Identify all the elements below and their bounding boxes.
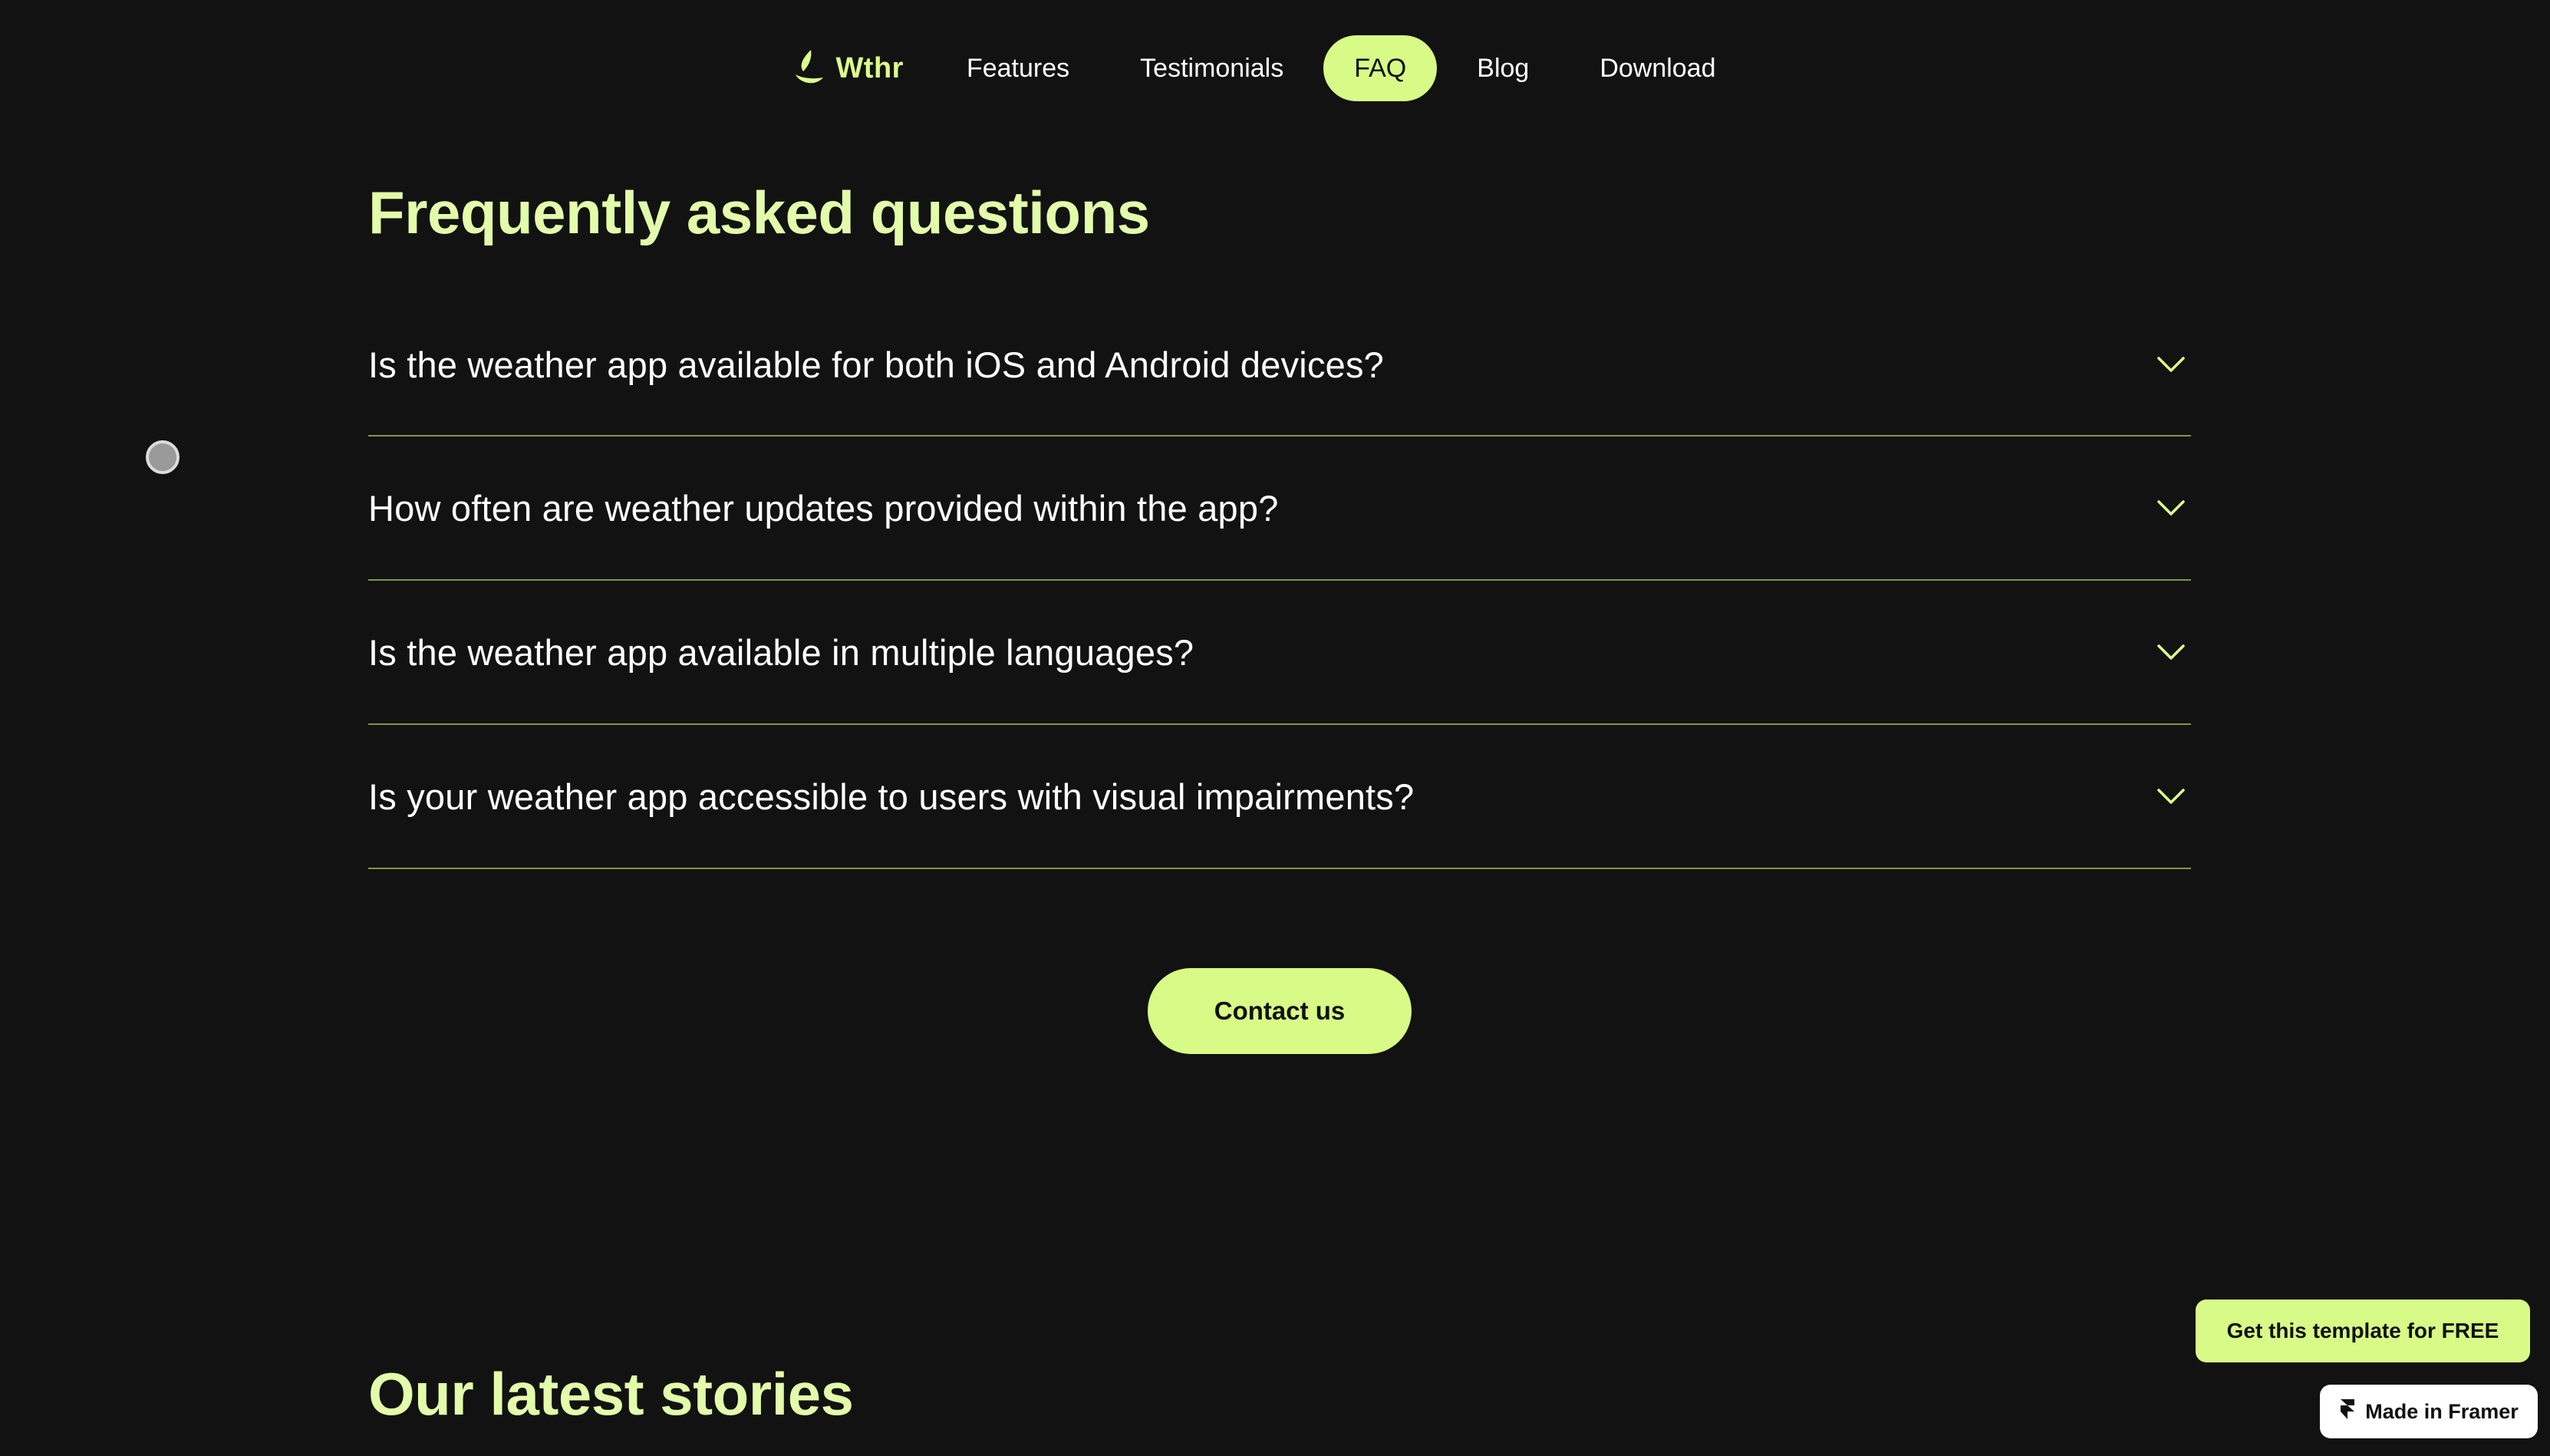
- faq-item[interactable]: Is the weather app available for both iO…: [368, 294, 2191, 436]
- chevron-down-icon: [2156, 637, 2186, 667]
- nav-inner: Wthr Features Testimonials FAQ Blog Down…: [792, 35, 1746, 101]
- logo-text: Wthr: [835, 51, 904, 84]
- chevron-down-icon: [2156, 781, 2186, 812]
- nav-link-blog[interactable]: Blog: [1446, 35, 1560, 101]
- faq-question: Is your weather app accessible to users …: [368, 776, 1415, 817]
- faq-question: Is the weather app available in multiple…: [368, 631, 1194, 673]
- faq-title: Frequently asked questions: [368, 179, 1150, 246]
- faq-question: How often are weather updates provided w…: [368, 487, 1279, 529]
- nav-link-testimonials[interactable]: Testimonials: [1109, 35, 1314, 101]
- contact-us-button[interactable]: Contact us: [1148, 968, 1412, 1054]
- get-template-button[interactable]: Get this template for FREE: [2196, 1300, 2530, 1362]
- made-in-framer-badge[interactable]: Made in Framer: [2320, 1385, 2538, 1438]
- cursor-indicator: [146, 440, 180, 474]
- made-in-framer-label: Made in Framer: [2365, 1399, 2519, 1423]
- stories-title: Our latest stories: [368, 1360, 854, 1428]
- faq-item[interactable]: Is your weather app accessible to users …: [368, 725, 2191, 869]
- faq-item[interactable]: How often are weather updates provided w…: [368, 436, 2191, 581]
- chevron-down-icon: [2156, 492, 2186, 523]
- top-navigation: Wthr Features Testimonials FAQ Blog Down…: [0, 34, 2550, 103]
- faq-question: Is the weather app available for both iO…: [368, 344, 1385, 385]
- nav-link-features[interactable]: Features: [936, 35, 1100, 101]
- nav-link-faq[interactable]: FAQ: [1323, 35, 1438, 101]
- faq-item[interactable]: Is the weather app available in multiple…: [368, 581, 2191, 725]
- logo[interactable]: Wthr: [792, 48, 904, 88]
- framer-logo-icon: [2339, 1398, 2356, 1426]
- nav-link-download[interactable]: Download: [1569, 35, 1746, 101]
- chevron-down-icon: [2156, 349, 2186, 380]
- leaf-drop-icon: [792, 48, 826, 88]
- faq-list: Is the weather app available for both iO…: [368, 294, 2191, 869]
